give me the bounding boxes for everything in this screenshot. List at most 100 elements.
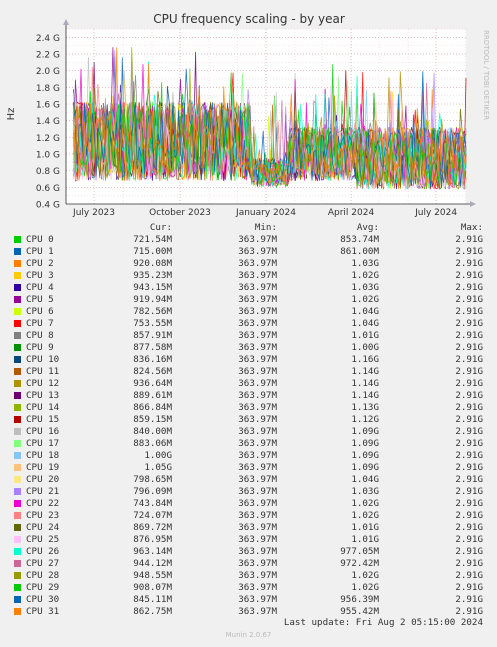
- legend-cur: 715.00M: [133, 246, 172, 257]
- legend-series-name: CPU 17: [26, 438, 60, 449]
- legend-max: 2.91G: [455, 246, 483, 257]
- legend-avg: 1.02G: [351, 498, 379, 509]
- y-tick-label: 1.4 G: [36, 117, 60, 127]
- legend-cur: 862.75M: [133, 606, 172, 617]
- legend-cur: 753.55M: [133, 318, 172, 329]
- legend-avg: 1.02G: [351, 570, 379, 581]
- legend-min: 363.97M: [238, 450, 277, 461]
- legend-max: 2.91G: [455, 378, 483, 389]
- legend-cur: 869.72M: [133, 522, 172, 533]
- legend-max: 2.91G: [455, 510, 483, 521]
- legend-cur: 943.15M: [133, 282, 172, 293]
- legend-row: CPU 19 1.05G 363.97M 1.09G 2.91G: [0, 462, 497, 474]
- y-tick-label: 1.0 G: [36, 151, 60, 161]
- legend-avg: 1.00G: [351, 342, 379, 353]
- legend-row: CPU 29 908.07M 363.97M 1.02G 2.91G: [0, 582, 497, 594]
- legend-cur: 944.12M: [133, 558, 172, 569]
- legend-series-name: CPU 3: [26, 270, 54, 281]
- legend-series-name: CPU 18: [26, 450, 60, 461]
- legend-avg: 1.02G: [351, 270, 379, 281]
- legend-row: CPU 18 1.00G 363.97M 1.09G 2.91G: [0, 450, 497, 462]
- legend-series-name: CPU 4: [26, 282, 54, 293]
- legend-series-name: CPU 27: [26, 558, 60, 569]
- x-tick-label: January 2024: [235, 208, 296, 218]
- legend-swatch: [14, 560, 21, 567]
- last-update: Last update: Fri Aug 2 05:15:00 2024: [283, 617, 483, 628]
- legend-max: 2.91G: [455, 582, 483, 593]
- y-tick-labels: 0.4 G 0.6 G 0.8 G 1.0 G 1.2 G 1.4 G 1.6 G 1.8 G…: [36, 34, 60, 211]
- legend-cur: 724.07M: [133, 510, 172, 521]
- legend-series-name: CPU 8: [26, 330, 54, 341]
- legend-cur: 963.14M: [133, 546, 172, 557]
- y-axis-label: Hz: [6, 108, 17, 121]
- legend-swatch: [14, 488, 21, 495]
- legend-max: 2.91G: [455, 570, 483, 581]
- legend-cur: 721.54M: [133, 234, 172, 245]
- legend-cur: 920.08M: [133, 258, 172, 269]
- legend-swatch: [14, 428, 21, 435]
- legend-row: CPU 23 724.07M 363.97M 1.02G 2.91G: [0, 510, 497, 522]
- legend-swatch: [14, 440, 21, 447]
- legend-swatch: [14, 260, 21, 267]
- legend-min: 363.97M: [238, 570, 277, 581]
- legend-min: 363.97M: [238, 294, 277, 305]
- legend-cur: 889.61M: [133, 390, 172, 401]
- legend-swatch: [14, 380, 21, 387]
- legend-avg: 1.03G: [351, 282, 379, 293]
- munin-version: Munin 2.0.67: [225, 631, 272, 639]
- legend-min: 363.97M: [238, 534, 277, 545]
- legend-min: 363.97M: [238, 318, 277, 329]
- legend-cur: 743.84M: [133, 498, 172, 509]
- legend-row: CPU 24 869.72M 363.97M 1.01G 2.91G: [0, 522, 497, 534]
- legend-max: 2.91G: [455, 270, 483, 281]
- legend-max: 2.91G: [455, 342, 483, 353]
- legend-cur: 859.15M: [133, 414, 172, 425]
- legend-min: 363.97M: [238, 522, 277, 533]
- legend-series-name: CPU 21: [26, 486, 60, 497]
- legend-row: CPU 12 936.64M 363.97M 1.14G 2.91G: [0, 378, 497, 390]
- legend-max: 2.91G: [455, 282, 483, 293]
- legend-row: CPU 0 721.54M 363.97M 853.74M 2.91G: [0, 234, 497, 246]
- legend-min: 363.97M: [238, 462, 277, 473]
- legend-cur: 908.07M: [133, 582, 172, 593]
- legend-min: 363.97M: [238, 234, 277, 245]
- legend-row: CPU 30 845.11M 363.97M 956.39M 2.91G: [0, 594, 497, 606]
- legend-series-name: CPU 7: [26, 318, 54, 329]
- legend-cur: 824.56M: [133, 366, 172, 377]
- legend-avg: 1.14G: [351, 378, 379, 389]
- legend-series-name: CPU 31: [26, 606, 60, 617]
- legend-series-name: CPU 28: [26, 570, 60, 581]
- legend-series-name: CPU 13: [26, 390, 60, 401]
- legend-cur: 919.94M: [133, 294, 172, 305]
- legend-row: CPU 28 948.55M 363.97M 1.02G 2.91G: [0, 570, 497, 582]
- legend-swatch: [14, 476, 21, 483]
- legend-avg: 1.14G: [351, 390, 379, 401]
- cpu-frequency-chart: CPU frequency scaling - by year Hz RRDTO…: [6, 12, 490, 218]
- legend-max: 2.91G: [455, 366, 483, 377]
- legend-max: 2.91G: [455, 594, 483, 605]
- legend-row: CPU 17 883.06M 363.97M 1.09G 2.91G: [0, 438, 497, 450]
- legend-series-name: CPU 9: [26, 342, 54, 353]
- legend-row: CPU 8 857.91M 363.97M 1.01G 2.91G: [0, 330, 497, 342]
- legend-min: 363.97M: [238, 438, 277, 449]
- legend-cur: 1.05G: [144, 462, 172, 473]
- legend-series-name: CPU 25: [26, 534, 60, 545]
- legend-row: CPU 11 824.56M 363.97M 1.14G 2.91G: [0, 366, 497, 378]
- legend-row: CPU 6 782.56M 363.97M 1.04G 2.91G: [0, 306, 497, 318]
- legend-swatch: [14, 524, 21, 531]
- legend-min: 363.97M: [238, 306, 277, 317]
- legend-cur: 935.23M: [133, 270, 172, 281]
- y-tick-label: 1.8 G: [36, 84, 60, 94]
- legend-avg: 1.09G: [351, 450, 379, 461]
- legend-max: 2.91G: [455, 606, 483, 617]
- legend-swatch: [14, 584, 21, 591]
- legend-row: CPU 14 866.84M 363.97M 1.13G 2.91G: [0, 402, 497, 414]
- x-tick-label: October 2023: [149, 208, 211, 218]
- legend-swatch: [14, 572, 21, 579]
- legend-swatch: [14, 392, 21, 399]
- legend-cur: 1.00G: [144, 450, 172, 461]
- legend-min: 363.97M: [238, 414, 277, 425]
- legend-swatch: [14, 500, 21, 507]
- legend-series-name: CPU 10: [26, 354, 60, 365]
- legend-row: CPU 9 877.58M 363.97M 1.00G 2.91G: [0, 342, 497, 354]
